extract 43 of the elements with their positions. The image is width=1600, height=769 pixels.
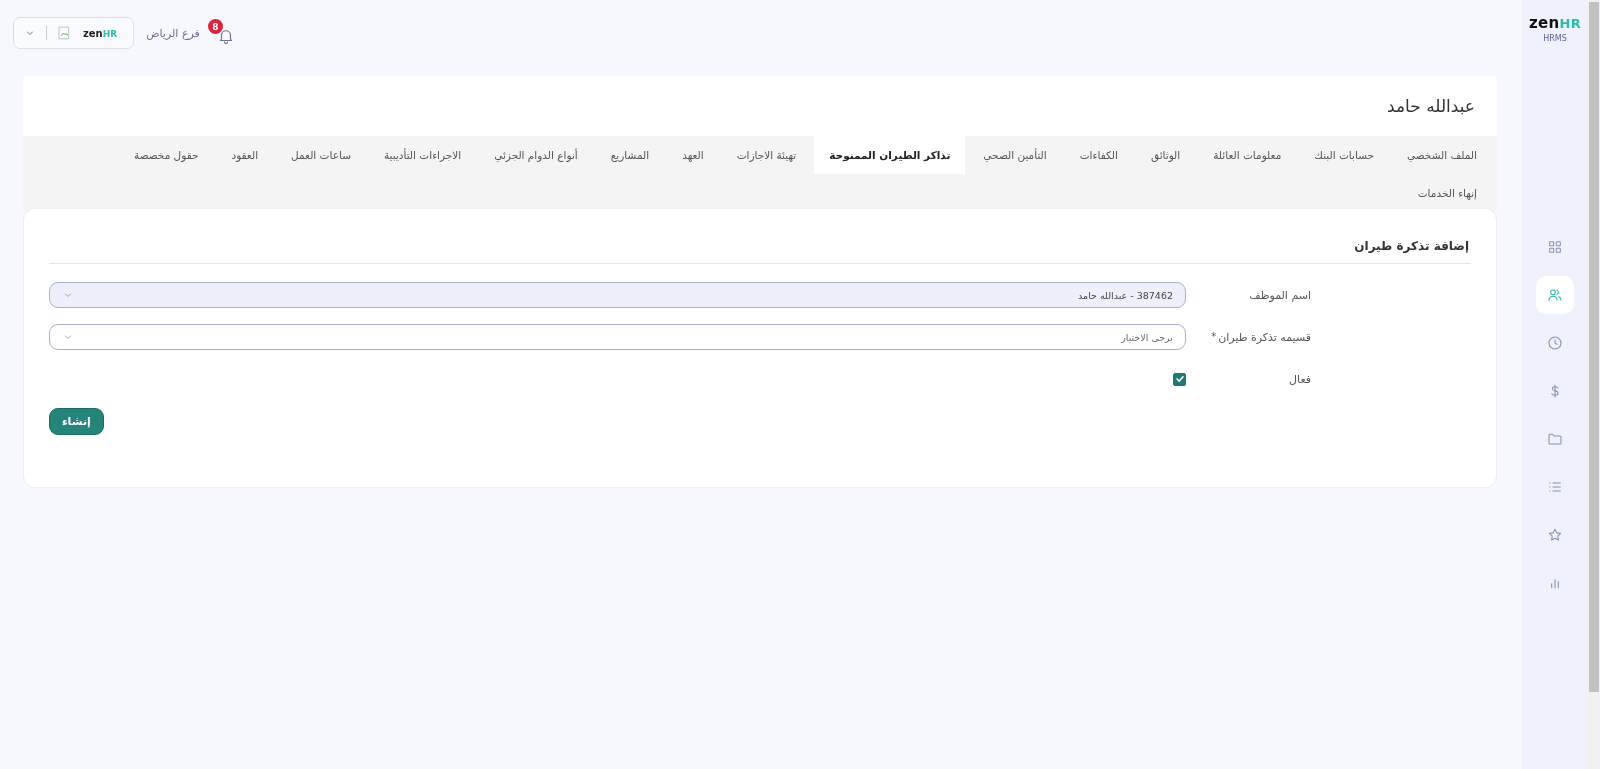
tab[interactable]: تذاكر الطيران الممنوحة bbox=[814, 136, 966, 174]
employee-name: عبدالله حامد bbox=[1387, 96, 1475, 116]
tab[interactable]: معلومات العائلة bbox=[1198, 136, 1297, 174]
tab[interactable]: حسابات البنك bbox=[1299, 136, 1389, 174]
people-icon bbox=[1547, 287, 1563, 303]
notification-badge: 8 bbox=[207, 19, 223, 34]
clock-icon bbox=[1547, 335, 1563, 351]
required-mark: * bbox=[1211, 330, 1217, 342]
tab[interactable]: المشاريع bbox=[595, 136, 665, 174]
dashboard-icon bbox=[1547, 239, 1563, 255]
tab[interactable]: ساعات العمل bbox=[276, 136, 366, 174]
create-button[interactable]: إنشاء bbox=[49, 408, 104, 435]
tab[interactable]: تهيئة الاجازات bbox=[721, 136, 812, 174]
scrollbar-thumb[interactable] bbox=[1589, 2, 1599, 692]
broken-image-icon bbox=[57, 24, 71, 42]
product-name: HRMS bbox=[1543, 34, 1567, 43]
tab[interactable]: الوثائق bbox=[1135, 136, 1196, 174]
checkmark-icon bbox=[1174, 374, 1185, 384]
tab[interactable]: التأمين الصحي bbox=[968, 136, 1062, 174]
checkbox[interactable] bbox=[1173, 372, 1186, 386]
tab[interactable]: العقود bbox=[216, 136, 274, 174]
select-field[interactable]: يرجى الاختيار bbox=[49, 324, 1186, 350]
field-label: فعال bbox=[1289, 372, 1311, 386]
scrollbar[interactable] bbox=[1588, 0, 1600, 769]
tab[interactable]: أنواع الدوام الجزئي bbox=[479, 136, 593, 174]
company-switcher[interactable]: zenHR bbox=[13, 17, 135, 49]
tab[interactable]: الملف الشخصي bbox=[1392, 136, 1492, 174]
field-label: اسم الموظف bbox=[1249, 288, 1311, 302]
tab[interactable]: الكفاءات bbox=[1064, 136, 1133, 174]
field-label: قسيمه تذكرة طيران bbox=[1218, 330, 1311, 344]
list-icon bbox=[1547, 479, 1563, 495]
branch-name[interactable]: فرع الرياض bbox=[146, 26, 200, 40]
star-icon bbox=[1547, 527, 1563, 543]
company-logo: zenHR bbox=[82, 27, 119, 39]
tab[interactable]: العهد bbox=[667, 136, 719, 174]
form-title: إضافة تذكرة طيران bbox=[1353, 239, 1470, 253]
folder-icon bbox=[1547, 431, 1563, 447]
tab[interactable]: إنهاء الخدمات bbox=[1402, 174, 1492, 212]
notifications-button[interactable]: 8 bbox=[207, 19, 238, 47]
tab[interactable]: الاجراءات التأديبية bbox=[368, 136, 477, 174]
sidebar-item[interactable] bbox=[1536, 276, 1574, 314]
zenhr-logo: zenHR bbox=[1529, 14, 1581, 32]
tab[interactable]: حقول مخصصة bbox=[119, 136, 214, 174]
